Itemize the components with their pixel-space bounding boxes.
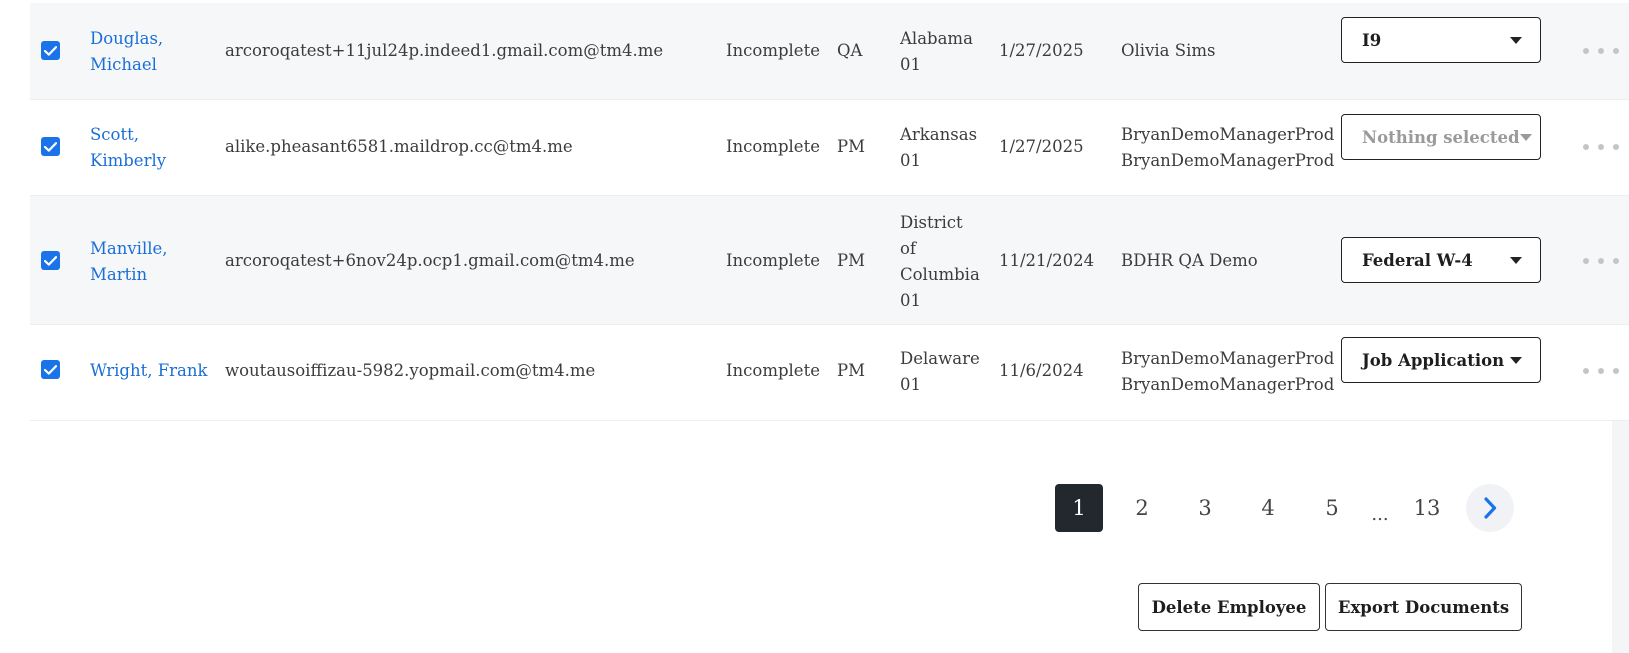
chevron-down-icon [1519,133,1532,141]
status-text: Incomplete [726,41,820,60]
document-select[interactable]: I9 [1341,17,1541,63]
manager-text: BryanDemoManagerProd BryanDemoManagerPro… [1121,349,1335,394]
page-2-button[interactable]: 2 [1118,484,1166,532]
table-row: Douglas, Michael arcoroqatest+11jul24p.i… [30,3,1629,100]
more-options-icon[interactable] [1583,142,1619,152]
employee-table: Douglas, Michael arcoroqatest+11jul24p.i… [30,3,1629,421]
employee-name-link[interactable]: Wright, Frank [90,358,230,384]
row-checkbox[interactable] [41,137,60,156]
more-options-icon[interactable] [1583,256,1619,266]
status-text: Incomplete [726,361,820,380]
status-text: Incomplete [726,137,820,156]
employee-email: arcoroqatest+11jul24p.indeed1.gmail.com@… [225,41,664,60]
pagination-ellipsis: ... [1371,504,1389,525]
table-row: Wright, Frank woutausoiffizau-5982.yopma… [30,325,1629,421]
date-text: 1/27/2025 [999,137,1084,156]
employee-list-page: Douglas, Michael arcoroqatest+11jul24p.i… [0,0,1629,653]
employee-email: arcoroqatest+6nov24p.ocp1.gmail.com@tm4.… [225,251,635,270]
document-select-value: Job Application [1362,350,1505,370]
chevron-down-icon [1510,36,1522,44]
more-options-icon[interactable] [1583,366,1619,376]
employee-name-link[interactable]: Douglas, Michael [90,26,210,78]
more-options-icon[interactable] [1583,46,1619,56]
table-row: Scott, Kimberly alike.pheasant6581.maild… [30,100,1629,196]
employee-name-link[interactable]: Scott, Kimberly [90,122,210,174]
role-text: PM [837,361,865,380]
date-text: 11/6/2024 [999,361,1084,380]
chevron-down-icon [1510,256,1522,264]
page-last-button[interactable]: 13 [1403,484,1451,532]
document-select-value: Federal W-4 [1362,250,1473,270]
employee-email: alike.pheasant6581.maildrop.cc@tm4.me [225,137,573,156]
manager-text: BryanDemoManagerProd BryanDemoManagerPro… [1121,125,1335,170]
role-text: QA [837,41,863,60]
document-select[interactable]: Nothing selected [1341,114,1541,160]
checkmark-icon [44,141,57,152]
page-4-button[interactable]: 4 [1244,484,1292,532]
document-select[interactable]: Job Application [1341,337,1541,383]
row-checkbox[interactable] [41,41,60,60]
checkmark-icon [44,255,57,266]
location-text: Alabama 01 [900,29,973,74]
manager-text: BDHR QA Demo [1121,251,1258,270]
checkmark-icon [44,45,57,56]
export-documents-button[interactable]: Export Documents [1325,583,1522,631]
status-text: Incomplete [726,251,820,270]
row-checkbox[interactable] [41,251,60,270]
page-5-button[interactable]: 5 [1308,484,1356,532]
row-checkbox[interactable] [41,360,60,379]
document-select-value: I9 [1362,30,1382,50]
manager-text: Olivia Sims [1121,41,1216,60]
location-text: Arkansas 01 [900,125,978,170]
delete-employee-button[interactable]: Delete Employee [1138,583,1320,631]
location-text: Delaware 01 [900,349,980,394]
role-text: PM [837,251,865,270]
page-3-button[interactable]: 3 [1181,484,1229,532]
chevron-right-icon [1484,497,1497,519]
employee-name-link[interactable]: Manville, Martin [90,236,210,288]
date-text: 1/27/2025 [999,41,1084,60]
table-row: Manville, Martin arcoroqatest+6nov24p.oc… [30,196,1629,325]
next-page-button[interactable] [1466,484,1514,532]
document-select-placeholder: Nothing selected [1362,127,1520,147]
chevron-down-icon [1510,356,1522,364]
checkmark-icon [44,364,57,375]
role-text: PM [837,137,865,156]
scrollbar-track[interactable] [1612,418,1629,653]
employee-email: woutausoiffizau-5982.yopmail.com@tm4.me [225,361,596,380]
page-1-button[interactable]: 1 [1055,484,1103,532]
document-select[interactable]: Federal W-4 [1341,237,1541,283]
date-text: 11/21/2024 [999,251,1095,270]
location-text: District of Columbia 01 [900,213,980,310]
